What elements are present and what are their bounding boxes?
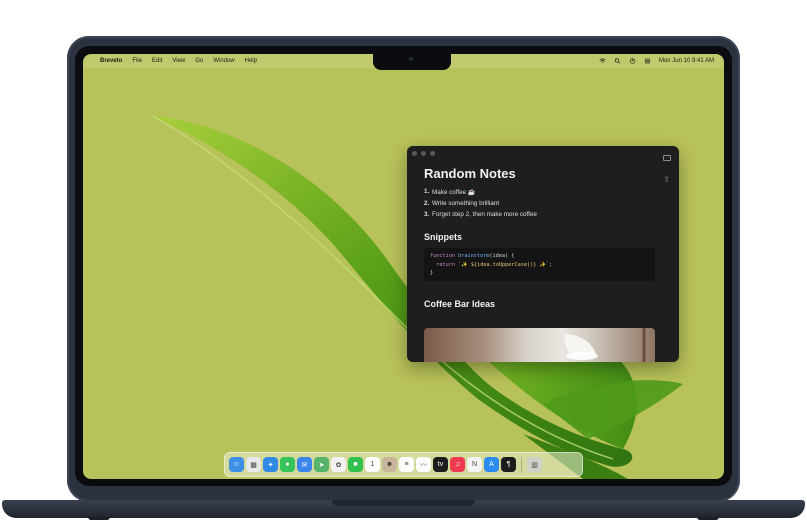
maps-icon[interactable]: ➤ [314,457,329,472]
close-button[interactable] [412,151,417,156]
mail-icon[interactable]: ✉ [297,457,312,472]
trash-icon[interactable]: ▥ [527,457,542,472]
code-keyword: return [436,261,455,268]
user-icon[interactable] [629,58,636,64]
coffee-heading: Coffee Bar Ideas [424,299,496,309]
sidebar-toggle-icon[interactable] [663,155,671,161]
menu-edit[interactable]: Edit [152,58,162,64]
app-store-icon[interactable]: A [484,457,499,472]
code-string: `✨ ${idea.toUpperCase()} ✨` [458,261,550,268]
safari-icon[interactable]: ✦ [263,457,278,472]
menu-clock[interactable]: Mon Jun 10 9:41 AM [659,58,714,64]
list-item: 3. Forget step 2, then make more coffee [424,211,655,218]
code-closing-brace: } [430,270,434,276]
menu-app-name[interactable]: Breveto [100,58,122,64]
camera-notch [373,54,451,70]
photos-icon[interactable]: ✿ [331,457,346,472]
launchpad-icon[interactable]: ▦ [246,457,261,472]
list-item: 1. Make coffee ☕ [424,188,655,196]
music-icon[interactable]: ♫ [450,457,465,472]
code-semicolon: ; [549,261,553,268]
breveto-icon[interactable]: ¶ [501,457,516,472]
messages-icon[interactable]: ● [280,457,295,472]
dock-separator [521,456,522,473]
window-controls [412,151,435,156]
coffee-bar-photo[interactable] [424,328,655,362]
screen-bezel: Breveto File Edit View Go Window Help Mo… [75,46,732,486]
desktop[interactable]: Breveto File Edit View Go Window Help Mo… [83,54,724,479]
search-icon[interactable] [614,58,621,64]
list-text: Make coffee ☕ [432,189,476,196]
list-text: Forget step 2, then make more coffee [432,211,537,218]
contacts-icon[interactable]: ☻ [382,457,397,472]
camera-icon [409,57,413,61]
menu-file[interactable]: File [132,58,142,64]
finder-icon[interactable]: ☺ [229,457,244,472]
lamp-image [564,328,646,362]
menu-help[interactable]: Help [245,58,257,64]
status-area: Mon Jun 10 9:41 AM [599,54,714,68]
share-icon[interactable]: ⇪ [663,175,670,184]
laptop-lid: Breveto File Edit View Go Window Help Mo… [67,36,740,502]
laptop-hinge [332,500,475,506]
laptop-foot-right [697,517,719,520]
wifi-icon[interactable] [599,58,606,64]
menu-window[interactable]: Window [213,58,234,64]
minimize-button[interactable] [421,151,426,156]
calendar-icon[interactable]: 1 [365,457,380,472]
list-number: 2. [424,200,430,207]
tv-icon[interactable]: tv [433,457,448,472]
dock: ☺ ▦ ✦ ● ✉ ➤ ✿ ■ 1 ☻ ≡ 〰 tv ♫ N A ¶ ▥ [224,452,583,477]
todo-list: 1. Make coffee ☕ 2. Write something brilli… [424,188,655,218]
list-text: Write something brilliant [432,200,500,207]
news-icon[interactable]: N [467,457,482,472]
note-title: Random Notes [424,166,516,181]
laptop-foot-left [88,517,110,520]
laptop-stage: Breveto File Edit View Go Window Help Mo… [0,0,807,526]
list-item: 2. Write something brilliant [424,200,655,207]
reminders-icon[interactable]: ≡ [399,457,414,472]
code-keyword: function [430,253,455,259]
notes-window[interactable]: ⇪ Random Notes 1. Make coffee ☕ 2. Write s… [407,146,679,362]
menu-go[interactable]: Go [195,58,203,64]
list-number: 3. [424,211,430,218]
code-params: (idea) { [489,253,515,259]
menu-view[interactable]: View [172,58,185,64]
control-center-icon[interactable] [644,58,651,64]
snippets-heading: Snippets [424,232,463,242]
freeform-icon[interactable]: 〰 [416,457,431,472]
code-block: function brainstorm(idea) { return `✨ ${… [424,248,655,281]
note-content[interactable]: Random Notes 1. Make coffee ☕ 2. Write som… [424,166,655,315]
list-number: 1. [424,188,430,195]
code-function-name: brainstorm [458,253,490,259]
zoom-button[interactable] [430,151,435,156]
facetime-icon[interactable]: ■ [348,457,363,472]
